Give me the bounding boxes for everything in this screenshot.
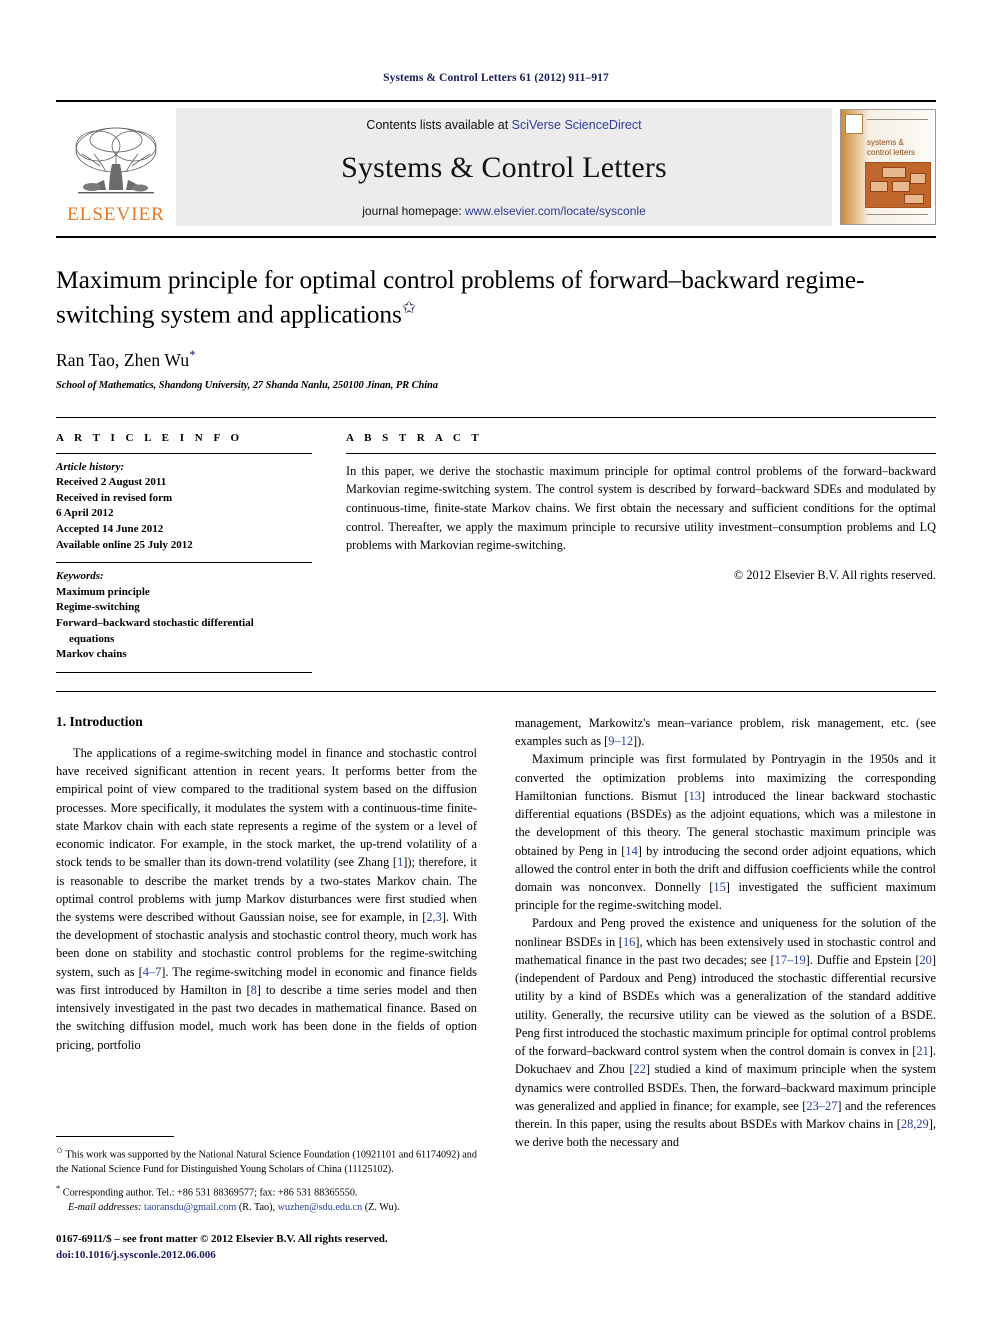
running-head: Systems & Control Letters 61 (2012) 911–… xyxy=(383,72,609,84)
body-divider xyxy=(56,690,936,692)
funding-footnote: ✩ This work was supported by the Nationa… xyxy=(56,1144,477,1177)
email-owner-tao: (R. Tao), xyxy=(238,1202,276,1214)
abstract-text: In this paper, we derive the stochastic … xyxy=(346,463,936,553)
citation-link[interactable]: 14 xyxy=(625,844,637,858)
doi-link[interactable]: doi:10.1016/j.sysconle.2012.06.006 xyxy=(56,1248,516,1264)
journal-cover-cell: systems & control letters xyxy=(832,108,936,226)
imprint-block: 0167-6911/$ – see front matter © 2012 El… xyxy=(56,1232,516,1264)
email-link-wu[interactable]: wuzhen@sdu.edu.cn xyxy=(278,1202,363,1213)
citation-link[interactable]: 17–19 xyxy=(775,953,806,967)
elsevier-wordmark: ELSEVIER xyxy=(67,204,165,225)
history-item: Accepted 14 June 2012 xyxy=(56,523,164,536)
article-info-label: A R T I C L E I N F O xyxy=(56,431,244,444)
keyword-item: Markov chains xyxy=(56,648,127,661)
cover-title: systems & control letters xyxy=(867,138,916,157)
contents-prefix: Contents lists available at xyxy=(366,118,512,132)
article-history-label: Article history: xyxy=(56,460,125,473)
citation-link[interactable]: 1 xyxy=(397,855,403,869)
page-title: Maximum principle for optimal control pr… xyxy=(56,264,936,331)
sciencedirect-link[interactable]: SciVerse ScienceDirect xyxy=(512,118,642,132)
keywords-label: Keywords: xyxy=(56,570,104,583)
contents-list-line: Contents lists available at SciVerse Sci… xyxy=(366,118,641,132)
corresponding-author-marker: * xyxy=(189,346,196,362)
body-right-column: management, Markowitz's mean–variance pr… xyxy=(515,714,936,1152)
paper-page: Systems & Control Letters 61 (2012) 911–… xyxy=(0,0,992,1323)
email-label: E-mail addresses: xyxy=(68,1202,142,1214)
citation-link[interactable]: 21 xyxy=(916,1044,928,1058)
cover-diagram-box xyxy=(910,173,926,184)
citation-link[interactable]: 2,3 xyxy=(426,910,442,924)
issn-line: 0167-6911/$ – see front matter © 2012 El… xyxy=(56,1233,388,1245)
history-item: Received in revised form xyxy=(56,491,173,504)
email-owner-wu: (Z. Wu). xyxy=(364,1202,400,1214)
history-item: Received 2 August 2011 xyxy=(56,476,167,489)
keywords-block: Keywords: Maximum principle Regime-switc… xyxy=(56,563,312,672)
corresponding-footnote-marker: * xyxy=(56,1183,61,1194)
journal-homepage-link[interactable]: www.elsevier.com/locate/sysconle xyxy=(465,204,646,218)
section-heading-introduction: 1. Introduction xyxy=(56,713,143,729)
cover-bottom-rule xyxy=(867,214,928,215)
author-names: Ran Tao, Zhen Wu xyxy=(56,349,190,370)
funding-footnote-marker: ✩ xyxy=(56,1145,64,1155)
paragraph: Maximum principle was first formulated b… xyxy=(515,752,937,913)
keyword-item: Maximum principle xyxy=(56,585,150,598)
citation-link[interactable]: 15 xyxy=(713,880,725,894)
citation-link[interactable]: 23–27 xyxy=(806,1099,837,1113)
abstract-column: A B S T R A C T In this paper, we derive… xyxy=(346,418,936,673)
citation-link[interactable]: 8 xyxy=(251,983,257,997)
cover-top-rule xyxy=(867,119,928,120)
citation-link[interactable]: 13 xyxy=(689,789,701,803)
history-item: 6 April 2012 xyxy=(56,507,114,520)
citation-link[interactable]: 22 xyxy=(634,1062,646,1076)
paragraph: management, Markowitz's mean–variance pr… xyxy=(515,715,936,749)
cover-diagram-box xyxy=(904,194,924,204)
article-info-column: A R T I C L E I N F O Article history: R… xyxy=(56,418,346,673)
corresponding-author-footnote: * Corresponding author. Tel.: +86 531 88… xyxy=(56,1182,477,1215)
banner-center: Contents lists available at SciVerse Sci… xyxy=(176,108,832,226)
article-history: Article history: Received 2 August 2011 … xyxy=(56,454,312,563)
citation-link[interactable]: 9–12 xyxy=(608,734,633,748)
body-left-column: 1. Introduction The applications of a re… xyxy=(56,714,477,1152)
cover-diagram-box xyxy=(870,181,888,192)
homepage-prefix: journal homepage: xyxy=(362,204,465,218)
corresponding-author-text: Corresponding author. Tel.: +86 531 8836… xyxy=(62,1187,358,1199)
keywords-bottom-rule xyxy=(56,671,312,673)
cover-diagram-box xyxy=(882,167,906,178)
journal-title: Systems & Control Letters xyxy=(341,151,667,184)
cover-block-diagram xyxy=(865,162,931,208)
citation-link[interactable]: 4–7 xyxy=(143,965,162,979)
history-item: Available online 25 July 2012 xyxy=(56,538,193,551)
body-columns: 1. Introduction The applications of a re… xyxy=(56,714,936,1152)
journal-banner: ELSEVIER Contents lists available at Sci… xyxy=(56,100,936,226)
footnote-block: ✩ This work was supported by the Nationa… xyxy=(56,1136,477,1216)
paragraph: The applications of a regime-switching m… xyxy=(56,745,477,1052)
abstract-label: A B S T R A C T xyxy=(346,431,483,444)
article-header: Maximum principle for optimal control pr… xyxy=(56,264,936,391)
keyword-item-continuation: equations xyxy=(69,632,115,645)
cover-diagram-box xyxy=(892,181,910,192)
article-title-text: Maximum principle for optimal control pr… xyxy=(56,265,865,329)
cover-publisher-badge xyxy=(845,114,863,134)
footnote-divider xyxy=(56,1136,174,1137)
journal-cover-thumbnail: systems & control letters xyxy=(840,109,936,225)
title-footnote-marker: ✩ xyxy=(401,297,417,317)
info-abstract-section: A R T I C L E I N F O Article history: R… xyxy=(56,416,936,673)
citation-link[interactable]: 28,29 xyxy=(901,1117,929,1131)
citation-link[interactable]: 20 xyxy=(919,953,931,967)
elsevier-tree-icon xyxy=(75,127,157,194)
keyword-item: Regime-switching xyxy=(56,601,140,614)
keyword-item: Forward–backward stochastic differential xyxy=(56,617,254,630)
elsevier-logo: ELSEVIER xyxy=(56,108,176,226)
header-divider xyxy=(56,236,936,238)
citation-link[interactable]: 16 xyxy=(623,935,635,949)
author-list: Ran Tao, Zhen Wu* xyxy=(56,347,936,371)
journal-homepage-line: journal homepage: www.elsevier.com/locat… xyxy=(362,204,646,218)
email-link-tao[interactable]: taoransdu@gmail.com xyxy=(144,1202,236,1213)
funding-footnote-text: This work was supported by the National … xyxy=(56,1149,477,1175)
affiliation: School of Mathematics, Shandong Universi… xyxy=(56,379,438,391)
abstract-copyright: © 2012 Elsevier B.V. All rights reserved… xyxy=(733,568,936,583)
paragraph: Pardoux and Peng proved the existence an… xyxy=(515,916,937,1150)
